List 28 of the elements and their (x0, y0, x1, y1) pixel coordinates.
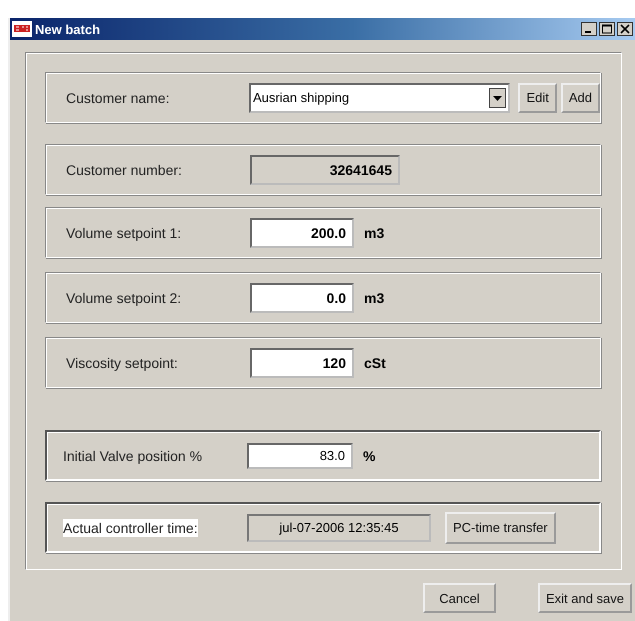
close-icon[interactable] (617, 22, 633, 36)
action-button[interactable]: PC-time transfer (445, 512, 556, 544)
field-label: Volume setpoint 1: (66, 224, 182, 242)
field-label: Customer number: (66, 160, 182, 178)
controller-time-field: jul-07-2006 12:35:45 (247, 514, 431, 542)
customer-dropdown[interactable]: Ausrian shipping (248, 82, 510, 112)
action-button[interactable]: Add (560, 82, 600, 112)
input-field[interactable]: 0.0 (250, 282, 354, 312)
unit-label: m3 (364, 224, 384, 240)
field-label: Initial Valve position % (63, 446, 202, 464)
window-title: New batch (35, 22, 102, 36)
field-label: Viscosity setpoint: (66, 354, 178, 372)
input-field[interactable]: 83.0 (247, 442, 353, 468)
input-field[interactable]: 120 (250, 348, 354, 378)
dialog-button[interactable]: Exit and save (538, 583, 632, 613)
field-label: Actual controller time: (63, 518, 198, 536)
field-label: Customer name: (66, 88, 170, 106)
app-logo-icon (12, 21, 32, 37)
unit-label: m3 (364, 290, 384, 306)
unit-label: % (363, 448, 376, 464)
action-button[interactable]: Edit (518, 82, 557, 112)
field-label: Volume setpoint 2: (66, 288, 182, 306)
unit-label: cSt (364, 354, 386, 370)
customer-number-field: 32641645 (250, 154, 400, 184)
input-field[interactable]: 200.0 (250, 218, 354, 248)
minimize-icon[interactable] (581, 22, 597, 36)
dialog-button[interactable]: Cancel (422, 583, 496, 613)
maximize-icon[interactable] (599, 22, 615, 36)
